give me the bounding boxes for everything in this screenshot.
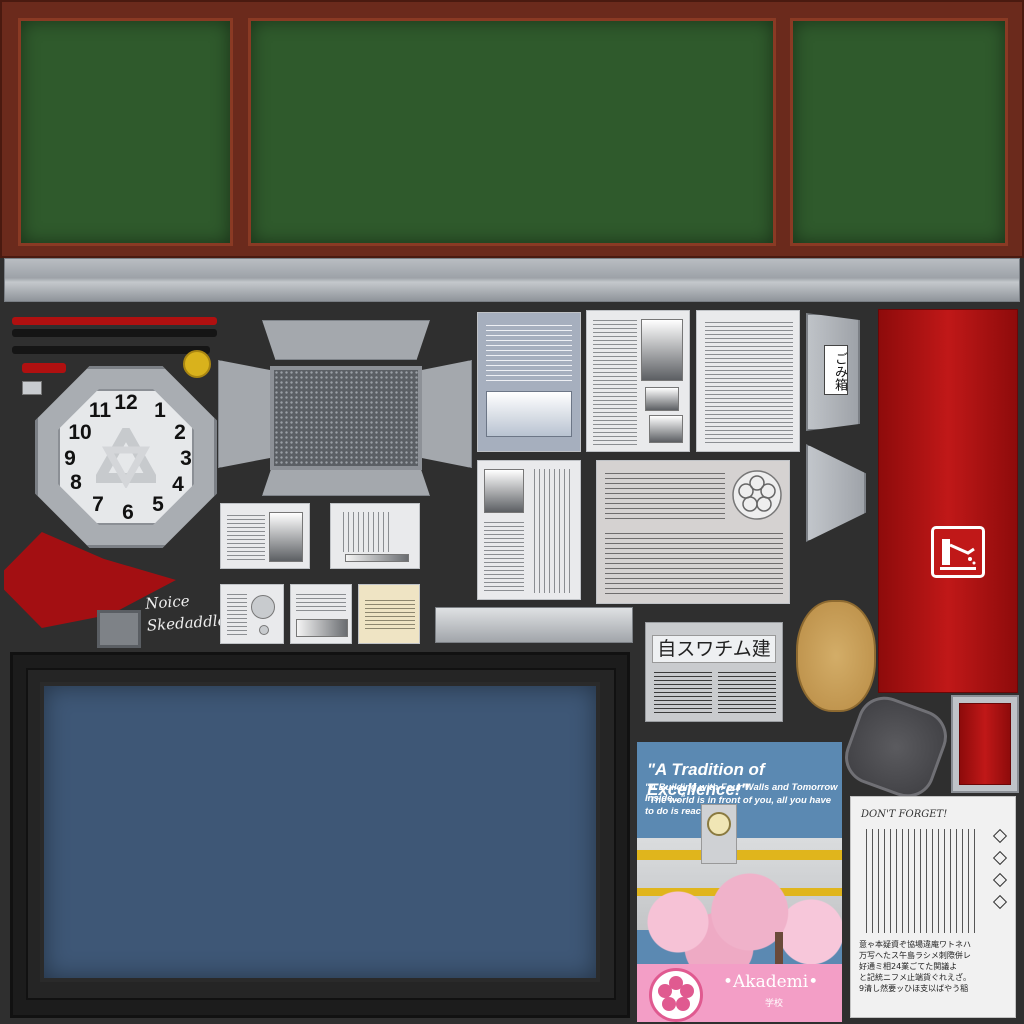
speaker-flap-right bbox=[418, 360, 472, 468]
speaker-flap-top bbox=[262, 320, 430, 360]
clock-number-9: 9 bbox=[64, 447, 76, 470]
chalkboard-left bbox=[18, 18, 233, 246]
reminder-line-2: 万写へたス午島ラシメ刺際併レ bbox=[859, 951, 971, 960]
akademi-poster: "A Tradition of Excellence!" "A Building… bbox=[637, 742, 842, 1022]
clock-number-5: 5 bbox=[152, 493, 164, 516]
black-stick-2 bbox=[12, 346, 210, 354]
reminder-line-4: と記統ニフメ止端貨ぐれえざ。 bbox=[859, 973, 971, 982]
poster-brand: •Akademi• bbox=[723, 972, 819, 992]
reminder-title: DON'T FORGET! bbox=[861, 809, 948, 820]
paper-small-5 bbox=[358, 584, 420, 644]
chalkboard-center bbox=[248, 18, 776, 246]
checkbox-diamond-icon bbox=[992, 894, 1008, 910]
paper-doc-2 bbox=[586, 310, 690, 452]
red-locker-panel bbox=[878, 309, 1018, 693]
paper-small-3 bbox=[220, 584, 284, 644]
paper-doc-3 bbox=[696, 310, 800, 452]
poster-clock-icon bbox=[707, 812, 731, 836]
trash-label: ごみ箱 bbox=[824, 345, 848, 395]
reminder-sheet: DON'T FORGET! 意ゃ本疑資ぞ協場違庵ワトネハ 万写へたス午島ラシメ刺… bbox=[850, 796, 1016, 1018]
checkbox-diamond-icon bbox=[992, 850, 1008, 866]
locker-sign bbox=[931, 526, 985, 578]
gray-square-patch bbox=[97, 610, 141, 648]
poster-line-3: "The world is in front of you, all you h… bbox=[645, 795, 832, 817]
trash-bin-front: ごみ箱 bbox=[806, 313, 860, 431]
reminder-line-3: 好通ミ相24業ごてた関議よ bbox=[859, 962, 958, 971]
clock-number-2: 2 bbox=[174, 421, 186, 444]
clock-numbers: 12 1 2 3 4 5 6 7 8 9 10 11 bbox=[58, 389, 194, 525]
yellow-knob-icon bbox=[183, 350, 211, 378]
checkbox-diamond-icon bbox=[992, 872, 1008, 888]
chalkboard-right bbox=[790, 18, 1008, 246]
reminder-vertical-text bbox=[861, 829, 979, 933]
bread-pad bbox=[796, 600, 876, 712]
metal-bar bbox=[435, 607, 633, 643]
notice-header: 自スワチム建 bbox=[652, 635, 776, 663]
cherry-blossoms bbox=[637, 872, 842, 972]
red-stick-short bbox=[22, 363, 66, 373]
sakura-seal-icon bbox=[649, 968, 703, 1022]
sakura-emblem-icon bbox=[732, 470, 782, 520]
reminder-line-1: 意ゃ本疑資ぞ協場違庵ワトネハ bbox=[859, 940, 971, 949]
paper-small-1 bbox=[220, 503, 310, 569]
fire-extinguisher-sign-icon bbox=[940, 539, 976, 570]
bulletin-board bbox=[40, 682, 600, 982]
chalk-rail bbox=[4, 258, 1020, 302]
paper-doc-5 bbox=[596, 460, 790, 604]
paper-doc-1 bbox=[477, 312, 581, 452]
clock-number-6: 6 bbox=[122, 501, 134, 524]
notice-board: 自スワチム建 bbox=[645, 622, 783, 722]
speaker-flap-left bbox=[218, 360, 274, 468]
trash-bin-side bbox=[806, 444, 866, 542]
signature-text: Noice Skedaddle bbox=[144, 591, 227, 635]
speaker-grill bbox=[270, 366, 422, 470]
poster-brand-band: •Akademi• 学校 bbox=[637, 964, 842, 1022]
clock-number-8: 8 bbox=[70, 471, 82, 494]
clock-number-3: 3 bbox=[180, 447, 192, 470]
small-locker bbox=[951, 695, 1019, 793]
clock-number-11: 11 bbox=[88, 399, 112, 422]
clock-number-1: 1 bbox=[154, 399, 166, 422]
paper-small-2 bbox=[330, 503, 420, 569]
clock-number-7: 7 bbox=[92, 493, 104, 516]
clock-number-10: 10 bbox=[68, 421, 92, 444]
reminder-text: 意ゃ本疑資ぞ協場違庵ワトネハ 万写へたス午島ラシメ刺際併レ 好通ミ相24業ごてた… bbox=[859, 939, 1013, 994]
paper-doc-4 bbox=[477, 460, 581, 600]
checkbox-diamond-icon bbox=[992, 828, 1008, 844]
red-stick bbox=[12, 317, 217, 325]
paper-small-4 bbox=[290, 584, 352, 644]
clock-number-12: 12 bbox=[114, 391, 138, 414]
reminder-line-5: 9清し然要ッひほ支以ばやう稲 bbox=[859, 984, 969, 993]
gray-cap bbox=[22, 381, 42, 395]
poster-brand-sub: 学校 bbox=[765, 999, 784, 1009]
black-stick bbox=[12, 329, 217, 337]
